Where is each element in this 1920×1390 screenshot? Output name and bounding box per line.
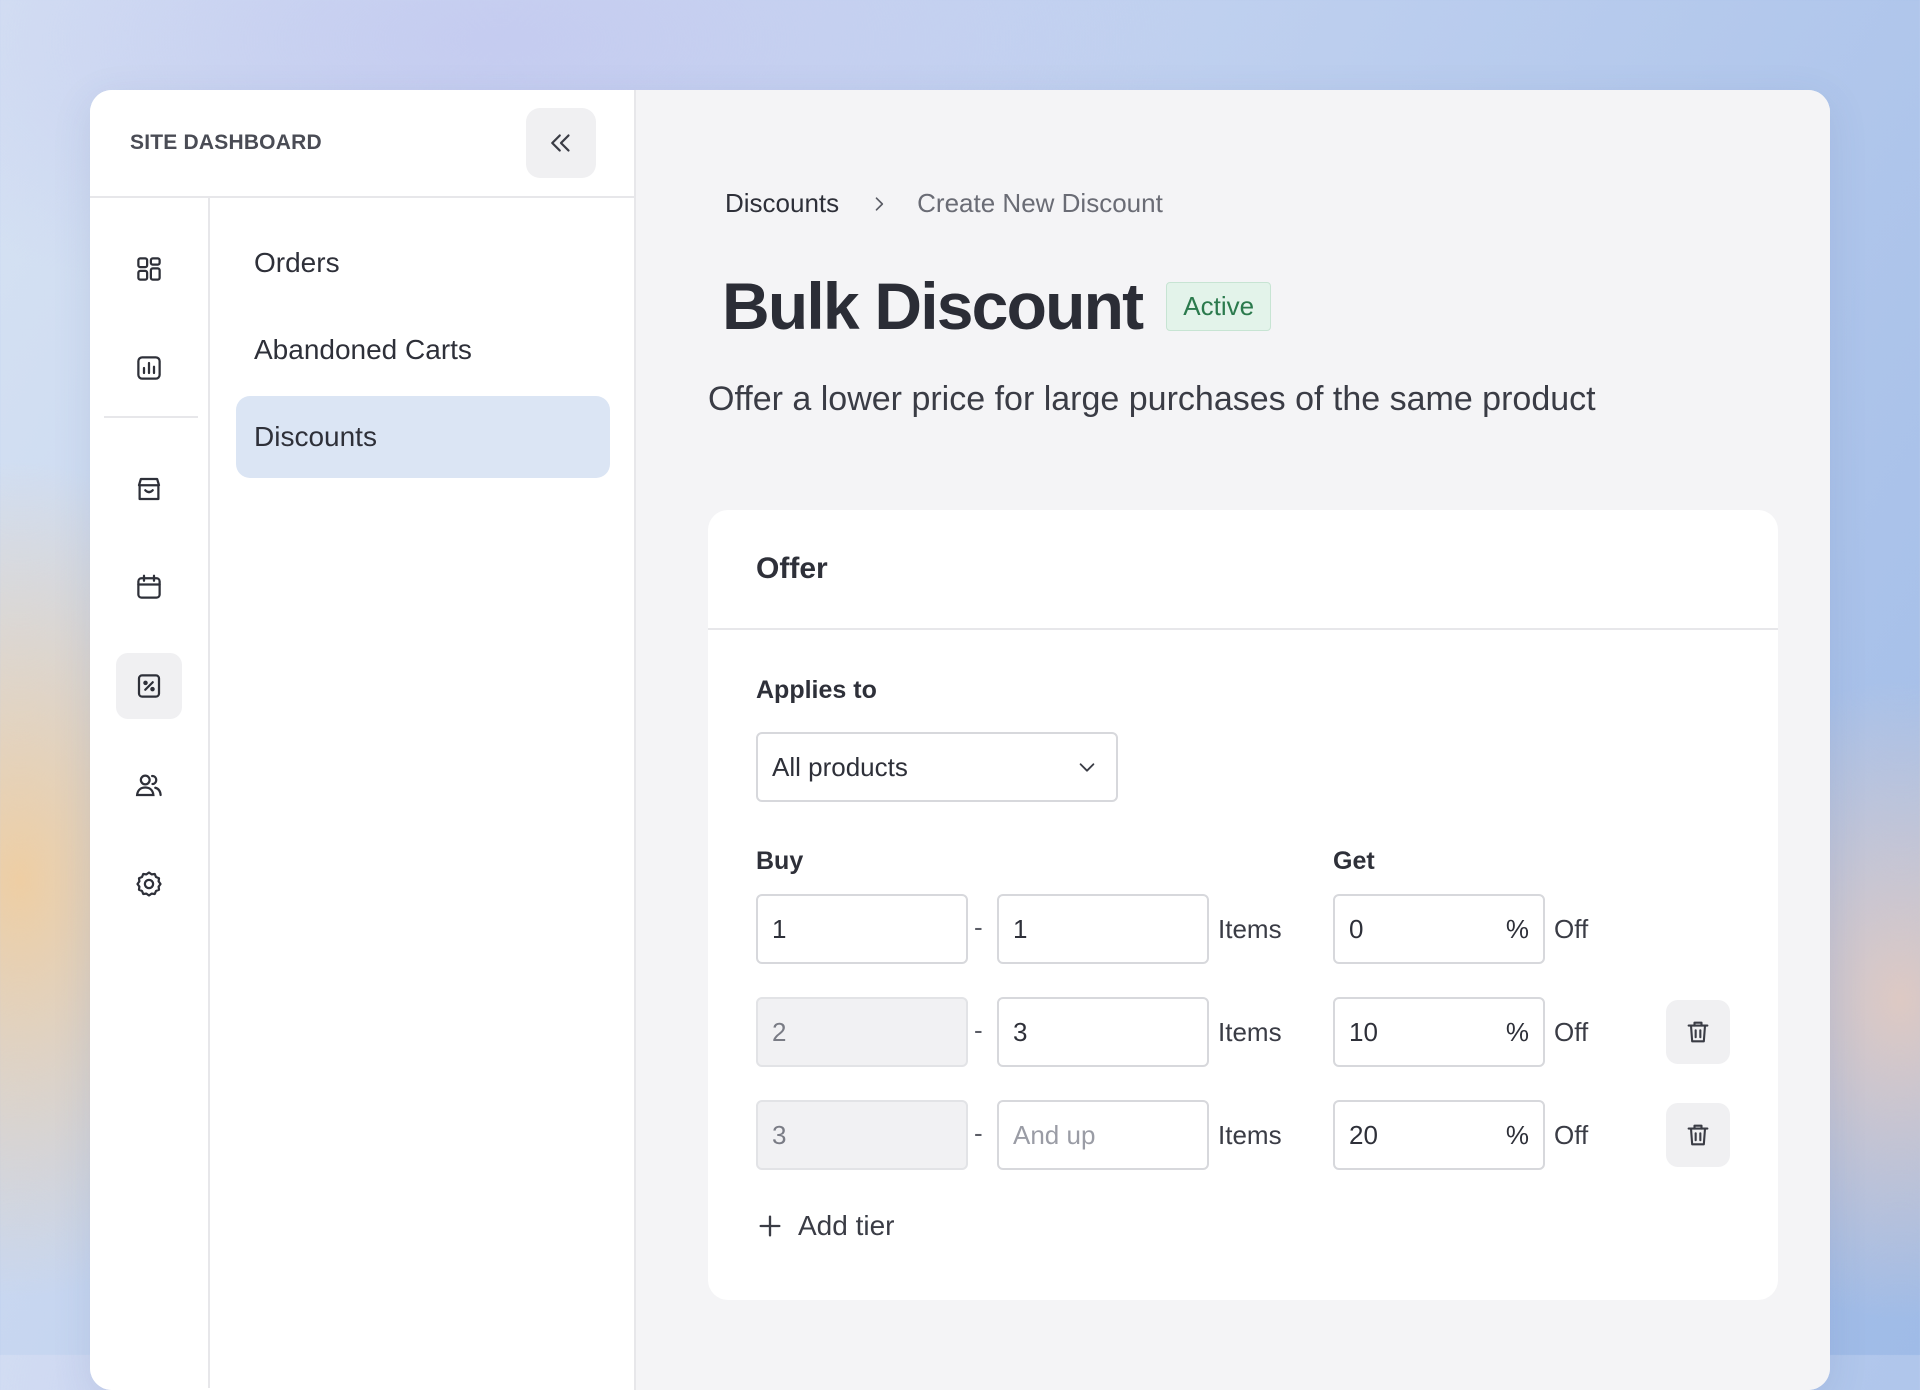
store-icon xyxy=(137,477,161,501)
page-subtitle: Offer a lower price for large purchases … xyxy=(708,380,1596,418)
users-icon xyxy=(135,774,162,797)
tier-2-percent-value: 10 xyxy=(1349,1016,1378,1047)
discount-icon xyxy=(137,674,161,698)
rail-item-settings[interactable] xyxy=(116,851,182,917)
title-row: Bulk Discount Active xyxy=(722,268,1272,344)
double-chevron-left-icon xyxy=(551,134,570,152)
tier-3-off-label: Off xyxy=(1554,1120,1589,1150)
main-content: Discounts Create New Discount Bulk Disco… xyxy=(636,90,1830,1390)
tier-2-buy-to-input[interactable]: 3 xyxy=(997,997,1209,1067)
tier-3-buy-from-input: 3 xyxy=(756,1100,968,1170)
tier-3-items-label: Items xyxy=(1218,1120,1282,1150)
rail-divider xyxy=(104,416,198,418)
trash-icon xyxy=(1687,1021,1709,1043)
tier-2-delete-button[interactable] xyxy=(1666,1000,1730,1064)
rail-item-calendar[interactable] xyxy=(116,554,182,620)
site-title: SITE DASHBOARD xyxy=(130,131,322,154)
page-title: Bulk Discount xyxy=(722,269,1144,343)
tier-2-percent-input[interactable]: 10 % xyxy=(1333,997,1545,1067)
sidebar-body: Orders Abandoned Carts Discounts xyxy=(90,198,634,1388)
tier-1-off-label: Off xyxy=(1554,914,1589,944)
tier-3-range-dash: - xyxy=(974,1118,983,1148)
tier-1-percent-value: 0 xyxy=(1349,913,1364,944)
rail-item-dashboard[interactable] xyxy=(116,236,182,302)
add-tier-button[interactable]: Add tier xyxy=(756,1210,895,1242)
tier-2-items-label: Items xyxy=(1218,1017,1282,1047)
tier-1-range-dash: - xyxy=(974,912,983,942)
tier-1-items-label: Items xyxy=(1218,914,1282,944)
app-window: SITE DASHBOARD Orders Abandoned Carts Di… xyxy=(90,90,1830,1390)
tier-1-buy-from-input[interactable]: 1 xyxy=(756,894,968,964)
rail-item-analytics[interactable] xyxy=(116,335,182,401)
add-tier-label: Add tier xyxy=(798,1210,895,1241)
tier-3-buy-to-input[interactable]: And up xyxy=(997,1100,1209,1170)
tier-3-percent-value: 20 xyxy=(1349,1119,1378,1150)
icon-rail xyxy=(90,198,210,1388)
tier-3-percent-input[interactable]: 20 % xyxy=(1333,1100,1545,1170)
sub-navigation: Orders Abandoned Carts Discounts xyxy=(210,198,634,1388)
tier-2-percent-symbol: % xyxy=(1505,1016,1529,1047)
breadcrumb: Discounts Create New Discount xyxy=(725,188,1163,219)
rail-item-users[interactable] xyxy=(116,752,182,818)
tier-3-delete-button[interactable] xyxy=(1666,1103,1730,1167)
gear-icon xyxy=(136,871,162,897)
subnav-item-orders[interactable]: Orders xyxy=(236,222,610,304)
applies-to-select[interactable]: All products xyxy=(756,732,1118,802)
tier-2-buy-from-input: 2 xyxy=(756,997,968,1067)
tier-2-range-dash: - xyxy=(974,1015,983,1045)
sidebar-header: SITE DASHBOARD xyxy=(90,90,634,198)
subnav-item-abandoned-carts[interactable]: Abandoned Carts xyxy=(236,309,610,391)
chevron-down-icon xyxy=(1079,763,1095,772)
tier-1-buy-to-input[interactable]: 1 xyxy=(997,894,1209,964)
sidebar: SITE DASHBOARD Orders Abandoned Carts Di… xyxy=(90,90,636,1390)
tier-1-percent-input[interactable]: 0 % xyxy=(1333,894,1545,964)
applies-to-value: All products xyxy=(772,751,908,782)
get-label: Get xyxy=(1333,847,1375,875)
breadcrumb-current: Create New Discount xyxy=(917,188,1163,218)
analytics-icon xyxy=(137,356,161,380)
subnav-item-discounts[interactable]: Discounts xyxy=(236,396,610,478)
plus-icon xyxy=(759,1215,781,1237)
tier-3-percent-symbol: % xyxy=(1505,1119,1529,1150)
breadcrumb-link-discounts[interactable]: Discounts xyxy=(725,188,839,219)
tier-1-percent-symbol: % xyxy=(1505,913,1529,944)
offer-card-heading: Offer xyxy=(708,510,1778,630)
buy-label: Buy xyxy=(756,847,804,875)
tier-2-off-label: Off xyxy=(1554,1017,1589,1047)
offer-card: Offer Applies to All products Buy Get 1 … xyxy=(708,510,1778,1300)
rail-item-discounts[interactable] xyxy=(116,653,182,719)
trash-icon xyxy=(1687,1124,1709,1146)
applies-to-label: Applies to xyxy=(756,676,877,704)
calendar-icon xyxy=(137,574,161,599)
status-badge: Active xyxy=(1166,281,1272,331)
chevron-right-icon xyxy=(869,194,889,214)
dashboard-icon xyxy=(137,257,161,281)
rail-item-store[interactable] xyxy=(116,456,182,522)
collapse-sidebar-button[interactable] xyxy=(526,108,596,178)
